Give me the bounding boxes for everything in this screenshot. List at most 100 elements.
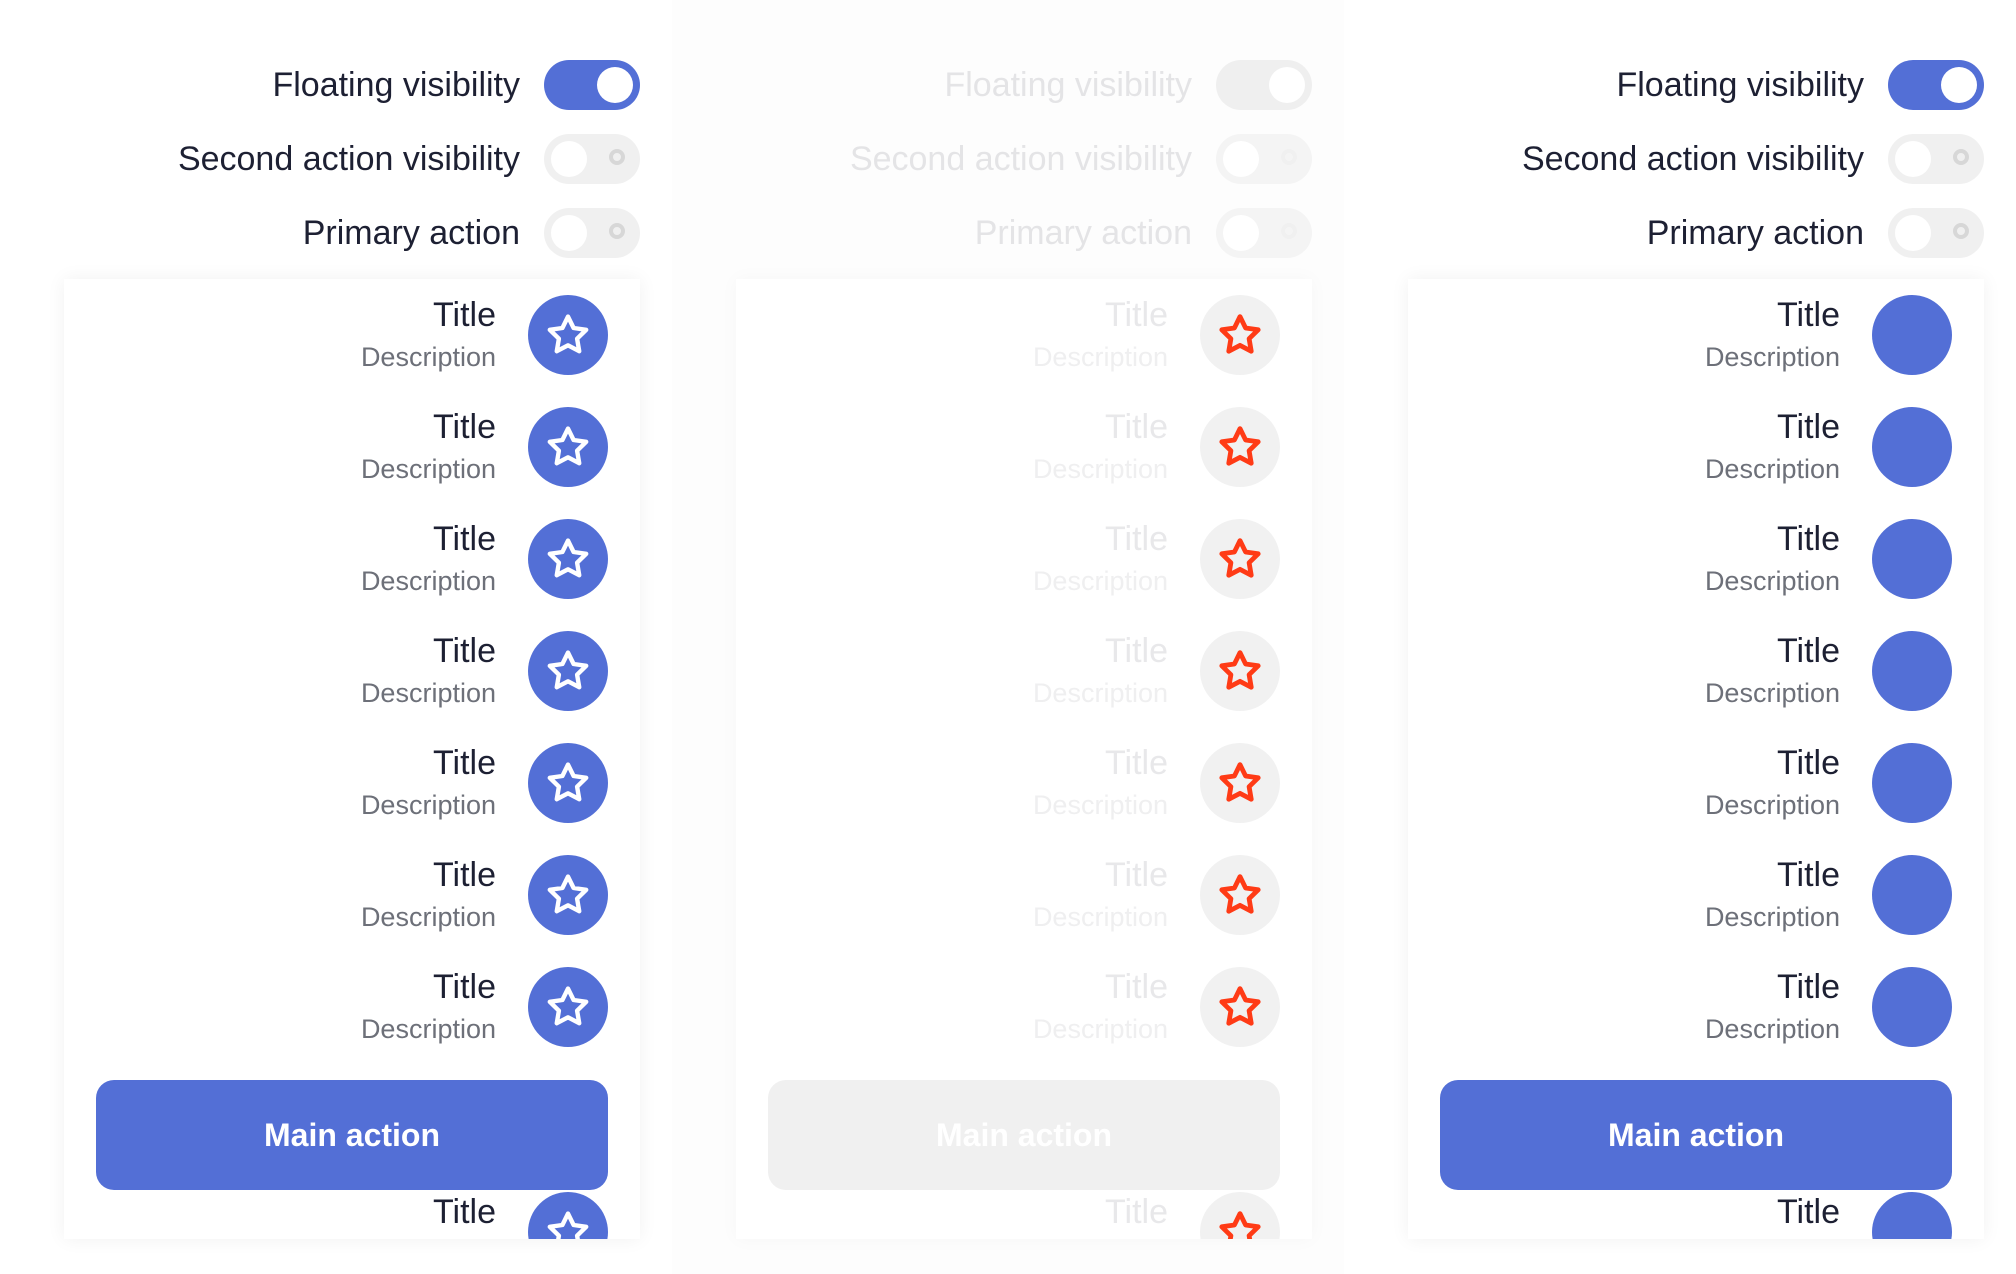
second-action-visibility-toggle[interactable] bbox=[1216, 134, 1312, 184]
list-item-title: Title bbox=[433, 744, 496, 782]
list-item-description: Description bbox=[361, 1237, 496, 1239]
list-item-action-button[interactable] bbox=[1872, 295, 1952, 375]
list-item-title: Title bbox=[433, 968, 496, 1006]
star-icon bbox=[547, 314, 589, 354]
control-row-primary-action: Primary action bbox=[1364, 196, 1984, 270]
list-item-text: Title Description bbox=[361, 744, 496, 822]
star-icon bbox=[547, 1211, 589, 1239]
list-item-description: Description bbox=[1704, 1014, 1840, 1044]
list-item-action-button[interactable] bbox=[1872, 407, 1952, 487]
list-item[interactable]: Title Description bbox=[760, 615, 1280, 727]
list-item-action-button[interactable] bbox=[1872, 1192, 1952, 1239]
list-item[interactable]: Title Description bbox=[760, 727, 1280, 839]
control-row-second-action-visibility: Second action visibility bbox=[20, 122, 640, 196]
list-item-text: Title Description bbox=[361, 856, 496, 934]
list-item-action-button[interactable] bbox=[528, 519, 608, 599]
star-icon bbox=[547, 650, 589, 690]
list-item-action-button[interactable] bbox=[1200, 407, 1280, 487]
main-action-button[interactable]: Main action bbox=[1440, 1080, 1952, 1190]
toggle-off-indicator bbox=[1281, 223, 1297, 239]
list-item-text: Title Description bbox=[1033, 408, 1168, 486]
star-icon bbox=[1219, 426, 1261, 466]
second-action-visibility-label: Second action visibility bbox=[177, 139, 520, 178]
list-item-text: Title Description bbox=[1033, 968, 1168, 1046]
list-item-action-button[interactable] bbox=[528, 631, 608, 711]
list-item[interactable]: Title Description bbox=[88, 279, 608, 391]
list-item-action-button[interactable] bbox=[1200, 967, 1280, 1047]
list-item-text: Title Description bbox=[361, 632, 496, 710]
floating-visibility-toggle[interactable] bbox=[1216, 60, 1312, 110]
list-item-description: Description bbox=[1704, 342, 1840, 372]
primary-action-toggle[interactable] bbox=[1888, 208, 1984, 258]
second-action-visibility-toggle[interactable] bbox=[1888, 134, 1984, 184]
list-item-action-button[interactable] bbox=[1200, 743, 1280, 823]
list-item[interactable]: Title Description bbox=[88, 503, 608, 615]
list-item[interactable]: Title Description bbox=[1432, 839, 1952, 951]
toggle-knob bbox=[1269, 67, 1305, 103]
list-item[interactable]: Title Description bbox=[1432, 951, 1952, 1063]
list-item[interactable]: Title Description bbox=[760, 391, 1280, 503]
list-item-description: Description bbox=[360, 790, 496, 820]
list-item[interactable]: Title Description bbox=[88, 391, 608, 503]
list-item-title: Title bbox=[1777, 1193, 1840, 1231]
list-item[interactable]: Title Description bbox=[760, 279, 1280, 391]
list-item-action-button[interactable] bbox=[528, 967, 608, 1047]
toggle-off-indicator bbox=[1953, 149, 1969, 165]
list-item-text: Title Description bbox=[361, 408, 496, 486]
toggle-knob bbox=[551, 141, 587, 177]
second-action-visibility-toggle[interactable] bbox=[544, 134, 640, 184]
list-item-action-button[interactable] bbox=[1872, 519, 1952, 599]
primary-action-label: Primary action bbox=[1646, 213, 1864, 252]
list-item[interactable]: Title Description bbox=[88, 951, 608, 1063]
control-row-second-action-visibility: Second action visibility bbox=[692, 122, 1312, 196]
list-item-action-button[interactable] bbox=[1872, 743, 1952, 823]
list-item-action-button[interactable] bbox=[528, 295, 608, 375]
main-action-button[interactable]: Main action bbox=[96, 1080, 608, 1190]
list-item-action-button[interactable] bbox=[528, 743, 608, 823]
floating-visibility-toggle[interactable] bbox=[544, 60, 640, 110]
list-item-action-button[interactable] bbox=[1200, 519, 1280, 599]
list-item-text: Title Description bbox=[1705, 1193, 1840, 1239]
floating-visibility-toggle[interactable] bbox=[1888, 60, 1984, 110]
star-icon bbox=[547, 426, 589, 466]
list-item-description: Description bbox=[1033, 1237, 1168, 1239]
list-item-action-button[interactable] bbox=[1200, 295, 1280, 375]
list-item-text: Title Description bbox=[1033, 744, 1168, 822]
list-item[interactable]: Title Description bbox=[88, 615, 608, 727]
list-item-action-button[interactable] bbox=[1200, 855, 1280, 935]
list-item-title: Title bbox=[1105, 1193, 1168, 1231]
list-item-action-button[interactable] bbox=[1872, 855, 1952, 935]
toggle-knob bbox=[1223, 141, 1259, 177]
list-item-action-button[interactable] bbox=[1200, 631, 1280, 711]
star-icon bbox=[1219, 1211, 1261, 1239]
list-item-text: Title Description bbox=[1705, 296, 1840, 374]
floating-list-panel: Title Description Title Description Title Des… bbox=[1408, 279, 1984, 1239]
primary-action-toggle[interactable] bbox=[1216, 208, 1312, 258]
main-action-button[interactable]: Main action bbox=[768, 1080, 1280, 1190]
list-item[interactable]: Title Description bbox=[760, 951, 1280, 1063]
list-item[interactable]: Title Description bbox=[1432, 391, 1952, 503]
star-icon bbox=[1219, 986, 1261, 1026]
primary-action-label: Primary action bbox=[302, 213, 520, 252]
list-item-action-button[interactable] bbox=[528, 855, 608, 935]
list-item-action-button[interactable] bbox=[1872, 631, 1952, 711]
controls-panel: Floating visibility Second action visibil… bbox=[20, 48, 640, 270]
list-item-text: Title Description bbox=[1033, 856, 1168, 934]
primary-action-label: Primary action bbox=[974, 213, 1192, 252]
list-item[interactable]: Title Description bbox=[760, 503, 1280, 615]
list-item-action-button[interactable] bbox=[1872, 967, 1952, 1047]
list-item-description: Description bbox=[1032, 454, 1168, 484]
demo-column-no-icon: Floating visibility Second action visibil… bbox=[1344, 0, 2016, 1274]
list-item[interactable]: Title Description bbox=[1432, 279, 1952, 391]
list-item-action-button[interactable] bbox=[528, 1192, 608, 1239]
list-item-action-button[interactable] bbox=[528, 407, 608, 487]
floating-visibility-label: Floating visibility bbox=[1616, 65, 1864, 104]
primary-action-toggle[interactable] bbox=[544, 208, 640, 258]
list-item-action-button[interactable] bbox=[1200, 1192, 1280, 1239]
list-item[interactable]: Title Description bbox=[88, 839, 608, 951]
list-item[interactable]: Title Description bbox=[1432, 727, 1952, 839]
list-item[interactable]: Title Description bbox=[88, 727, 608, 839]
list-item[interactable]: Title Description bbox=[1432, 615, 1952, 727]
list-item[interactable]: Title Description bbox=[760, 839, 1280, 951]
list-item[interactable]: Title Description bbox=[1432, 503, 1952, 615]
